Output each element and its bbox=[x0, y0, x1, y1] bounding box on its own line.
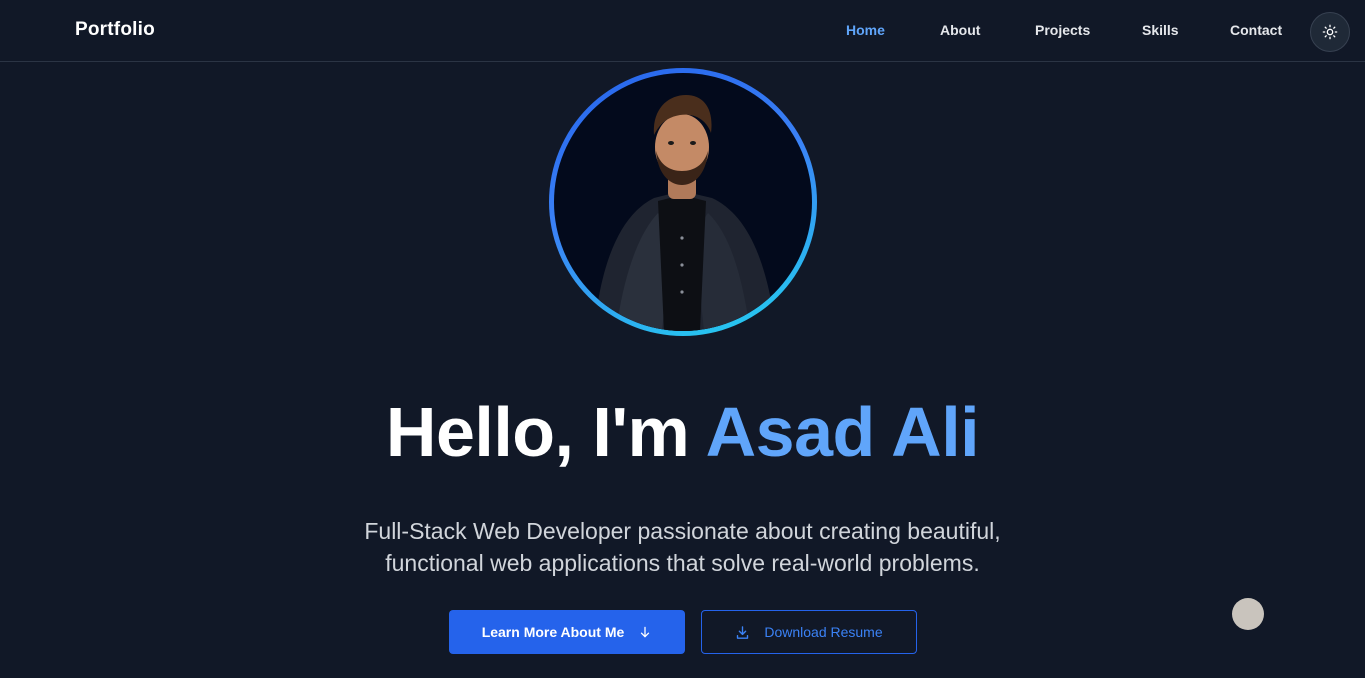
navbar: Portfolio Home About Projects Skills Con… bbox=[0, 0, 1365, 62]
nav-skills[interactable]: Skills bbox=[1142, 22, 1179, 38]
hero-subtitle-line2: functional web applications that solve r… bbox=[385, 550, 980, 576]
hero-name: Asad Ali bbox=[705, 393, 980, 471]
profile-avatar bbox=[549, 68, 817, 336]
nav-about[interactable]: About bbox=[940, 22, 980, 38]
download-resume-label: Download Resume bbox=[764, 624, 883, 640]
floating-action-button[interactable] bbox=[1232, 598, 1264, 630]
nav-home[interactable]: Home bbox=[846, 22, 885, 38]
learn-more-label: Learn More About Me bbox=[481, 624, 625, 640]
download-icon bbox=[737, 625, 749, 639]
theme-toggle-button[interactable] bbox=[1310, 12, 1350, 52]
person-portrait-icon bbox=[594, 95, 776, 331]
nav-links: Home About Projects Skills Contact bbox=[0, 22, 1365, 42]
hero-subtitle: Full-Stack Web Developer passionate abou… bbox=[0, 515, 1365, 579]
learn-more-button[interactable]: Learn More About Me bbox=[449, 610, 685, 654]
nav-contact[interactable]: Contact bbox=[1230, 22, 1282, 38]
arrow-down-icon bbox=[641, 626, 650, 638]
profile-photo bbox=[554, 73, 812, 331]
nav-projects[interactable]: Projects bbox=[1035, 22, 1090, 38]
sun-icon bbox=[1322, 24, 1338, 40]
hero-headline: Hello, I'm Asad Ali bbox=[0, 392, 1365, 472]
hero-subtitle-line1: Full-Stack Web Developer passionate abou… bbox=[364, 518, 1001, 544]
download-resume-button[interactable]: Download Resume bbox=[701, 610, 917, 654]
hero-greeting: Hello, I'm bbox=[385, 393, 690, 471]
